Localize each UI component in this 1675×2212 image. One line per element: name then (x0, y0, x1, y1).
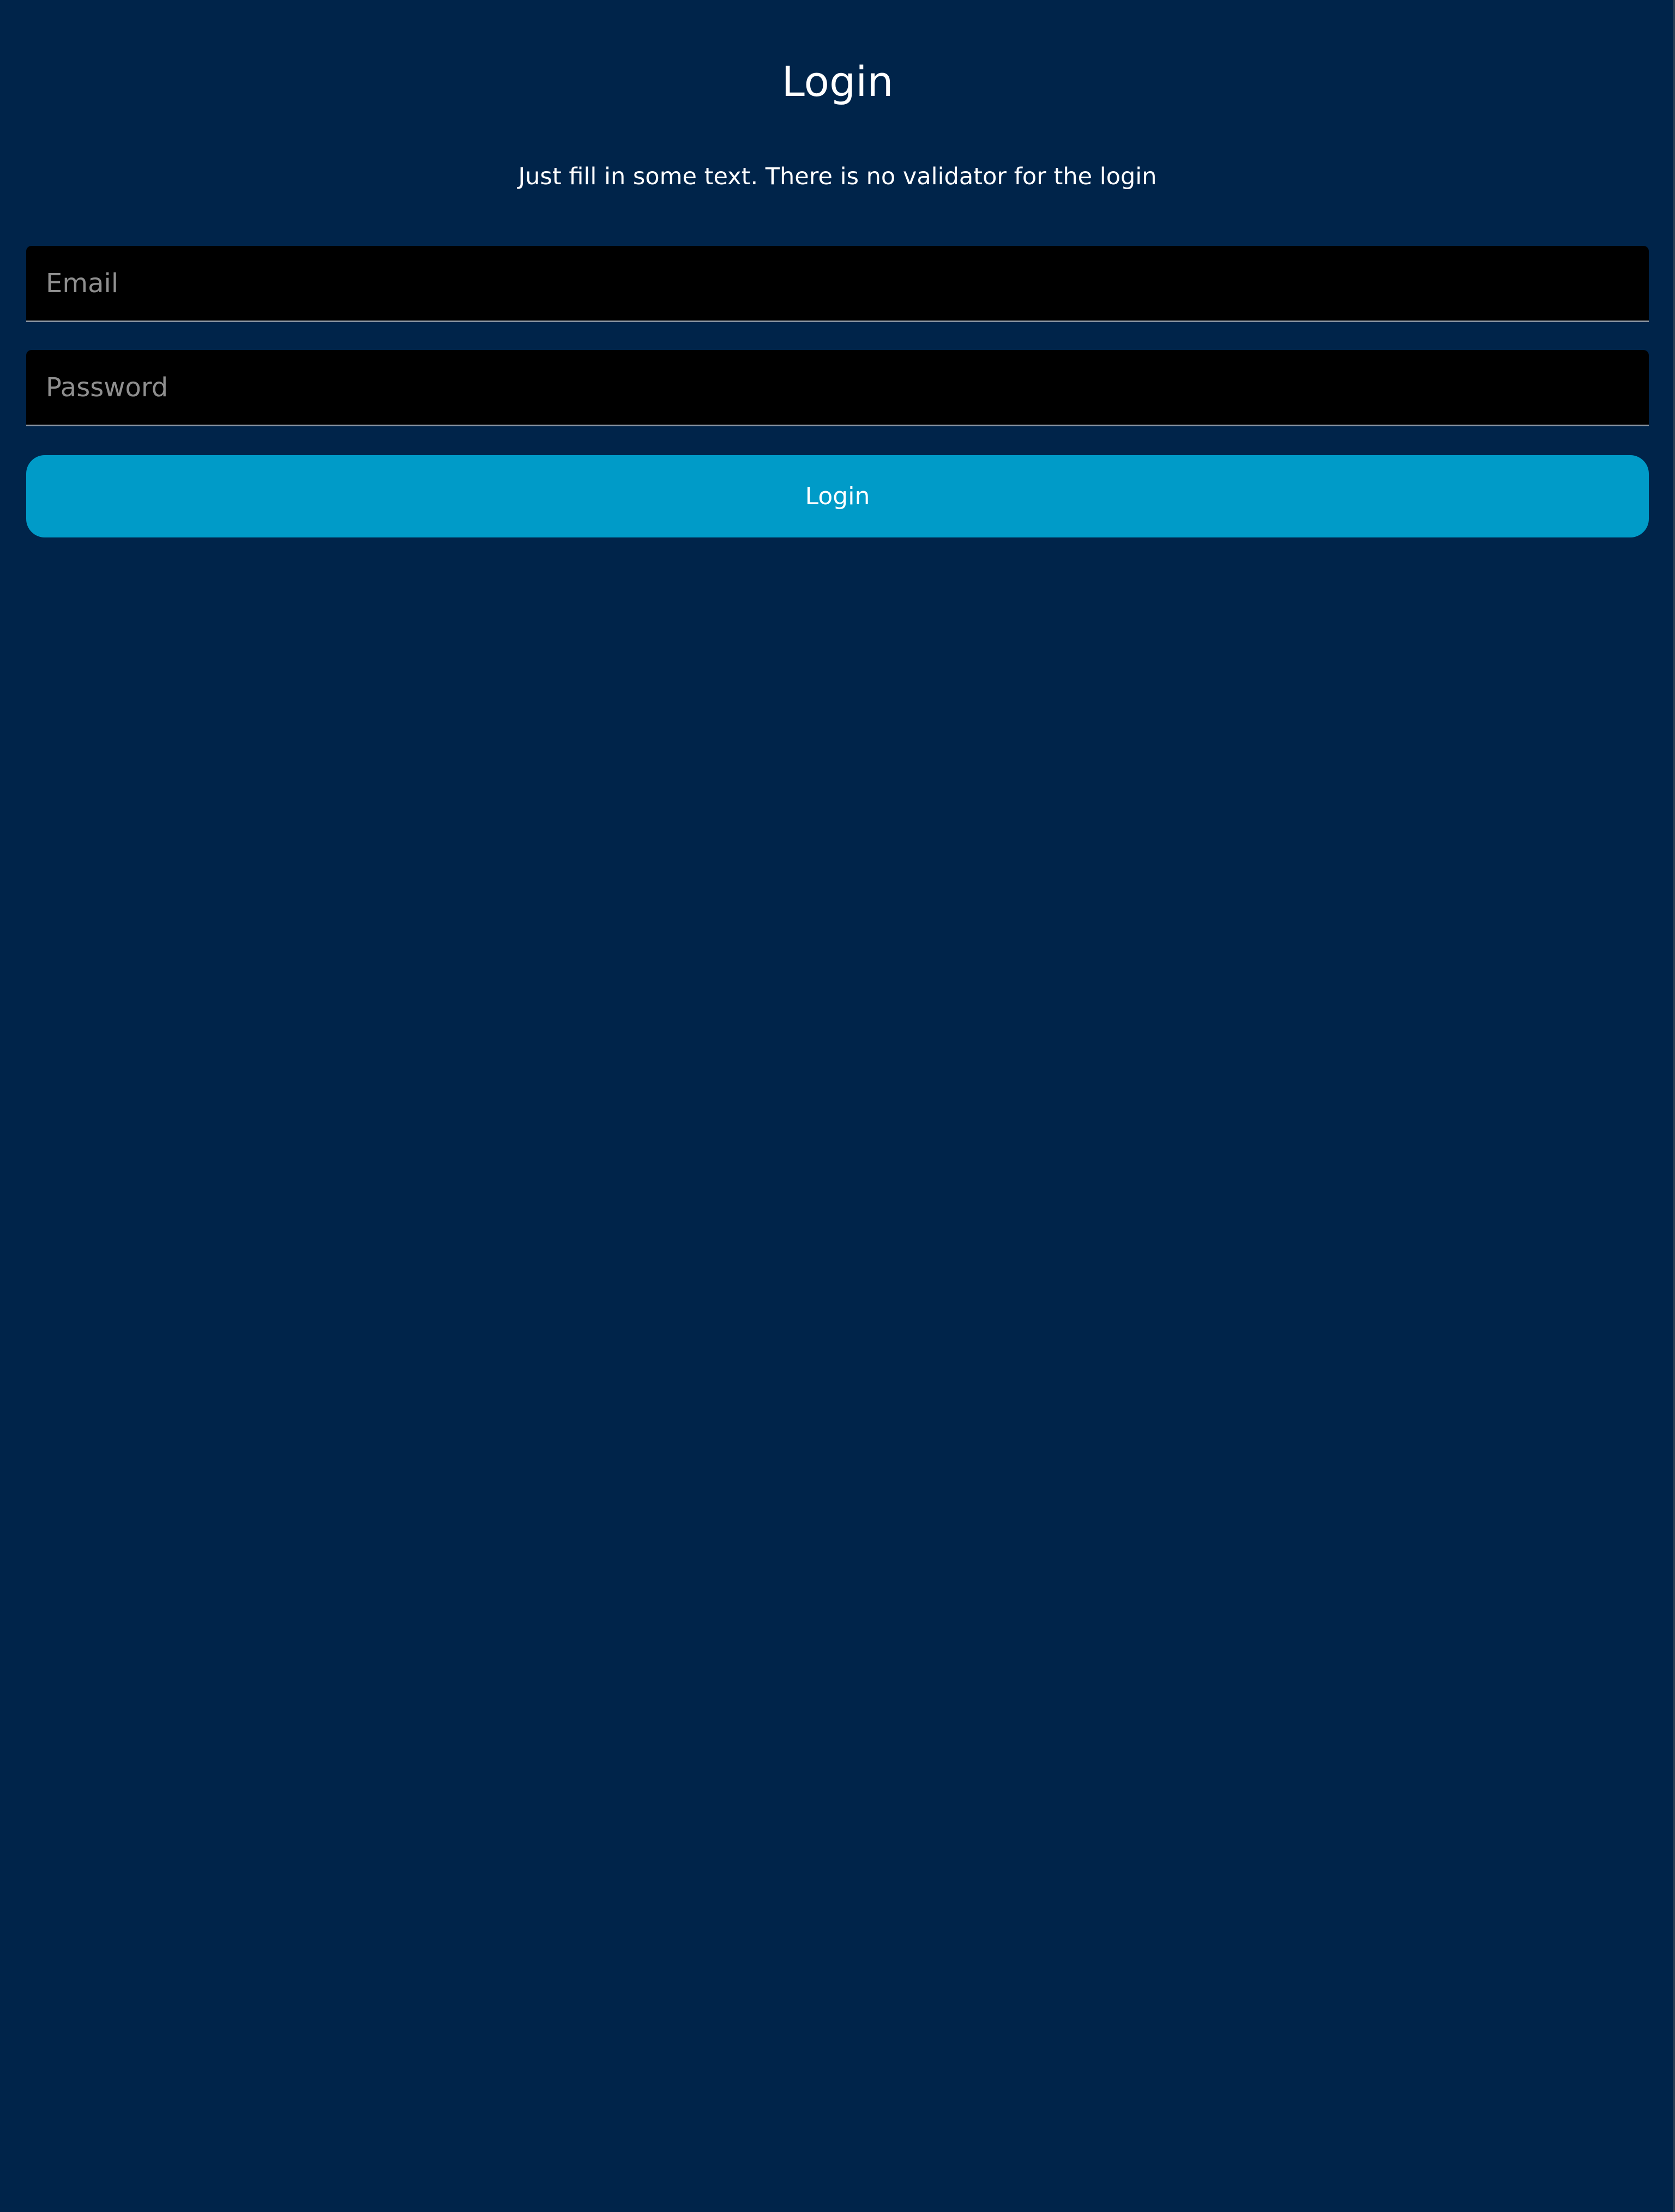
password-field[interactable] (26, 350, 1649, 425)
login-button[interactable]: Login (26, 455, 1649, 537)
email-field[interactable] (26, 246, 1649, 321)
login-instructions: Just fill in some text. There is no vali… (518, 163, 1157, 190)
window-edge-divider (1673, 0, 1675, 2212)
login-page: { "page": { "title": "Login", "subtitle"… (0, 0, 1675, 2212)
page-title: Login (781, 57, 894, 106)
password-field-container (26, 350, 1649, 426)
email-field-container (26, 246, 1649, 322)
